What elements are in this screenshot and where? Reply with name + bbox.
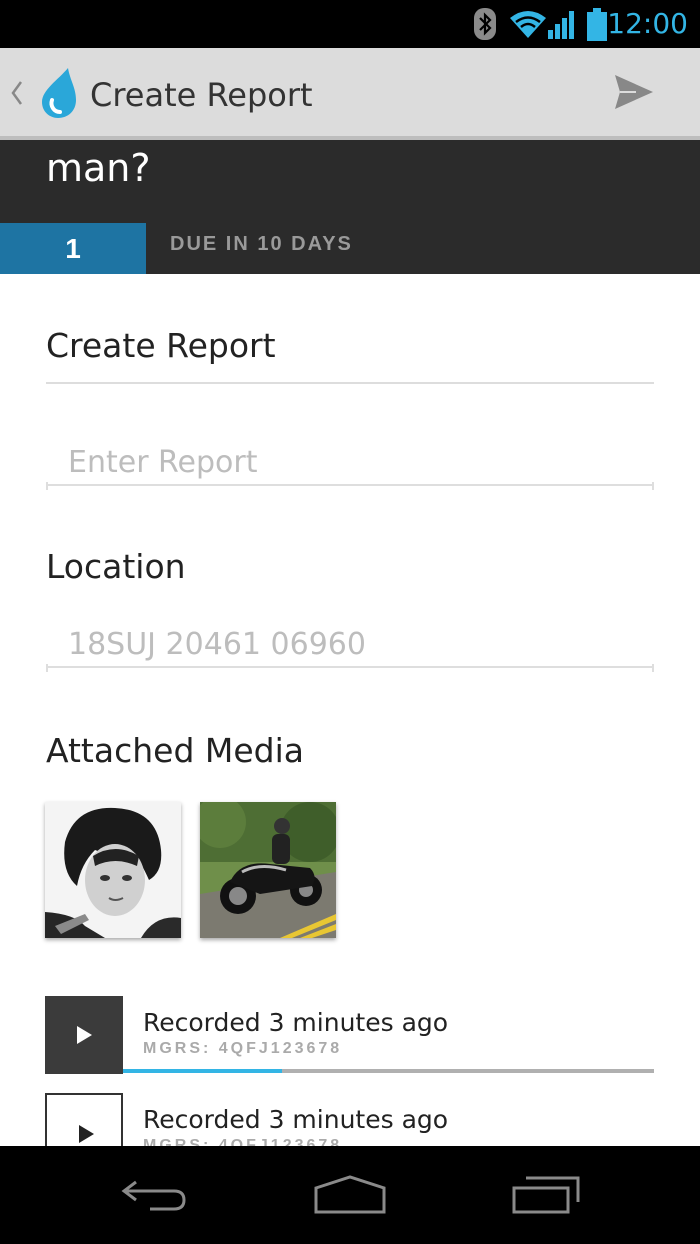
system-nav-bar (0, 1146, 700, 1244)
home-nav-icon[interactable] (312, 1174, 388, 1216)
water-drop-icon[interactable] (36, 66, 80, 120)
chevron-left-icon[interactable] (10, 80, 24, 106)
action-bar: Create Report (0, 48, 700, 140)
signal-icon (548, 11, 574, 39)
question-text: man? (46, 146, 151, 190)
location-input[interactable] (46, 622, 654, 668)
playback-progress[interactable] (123, 1069, 654, 1073)
recent-apps-icon[interactable] (510, 1174, 582, 1216)
portrait-photo (45, 802, 181, 938)
section-divider (46, 382, 654, 384)
count-tab[interactable]: 1 (0, 223, 146, 274)
wifi-icon (510, 11, 546, 38)
field-tick-right (652, 482, 654, 490)
recording-mgrs: MGRS: 4QFJ123678 (143, 1040, 343, 1057)
status-bar: 12:00 (0, 0, 700, 48)
page-title: Create Report (90, 76, 313, 114)
media-section-title: Attached Media (46, 731, 305, 770)
field-tick-right (652, 664, 654, 672)
send-icon[interactable] (614, 74, 654, 110)
recording-title: Recorded 3 minutes ago (143, 1105, 449, 1134)
play-icon (77, 1026, 92, 1044)
motorcycle-photo-thumbnail[interactable] (200, 802, 336, 938)
bluetooth-icon (474, 8, 496, 40)
battery-icon (587, 8, 607, 41)
playback-progress-fill (123, 1069, 283, 1073)
play-button[interactable] (45, 996, 123, 1074)
due-label: DUE IN 10 DAYS (170, 233, 353, 255)
location-section-title: Location (46, 547, 186, 586)
report-input[interactable] (46, 440, 654, 486)
motorcycle-photo (200, 802, 336, 938)
report-section-title: Create Report (46, 326, 276, 365)
clock: 12:00 (607, 7, 688, 40)
question-header: man? 1 DUE IN 10 DAYS (0, 140, 700, 274)
recording-title: Recorded 3 minutes ago (143, 1008, 449, 1037)
field-tick-left (46, 482, 48, 490)
play-icon (79, 1125, 94, 1143)
recording-item: Recorded 3 minutes ago MGRS: 4QFJ123678 (45, 996, 654, 1074)
back-nav-icon[interactable] (120, 1174, 188, 1214)
field-tick-left (46, 664, 48, 672)
portrait-photo-thumbnail[interactable] (45, 802, 181, 938)
